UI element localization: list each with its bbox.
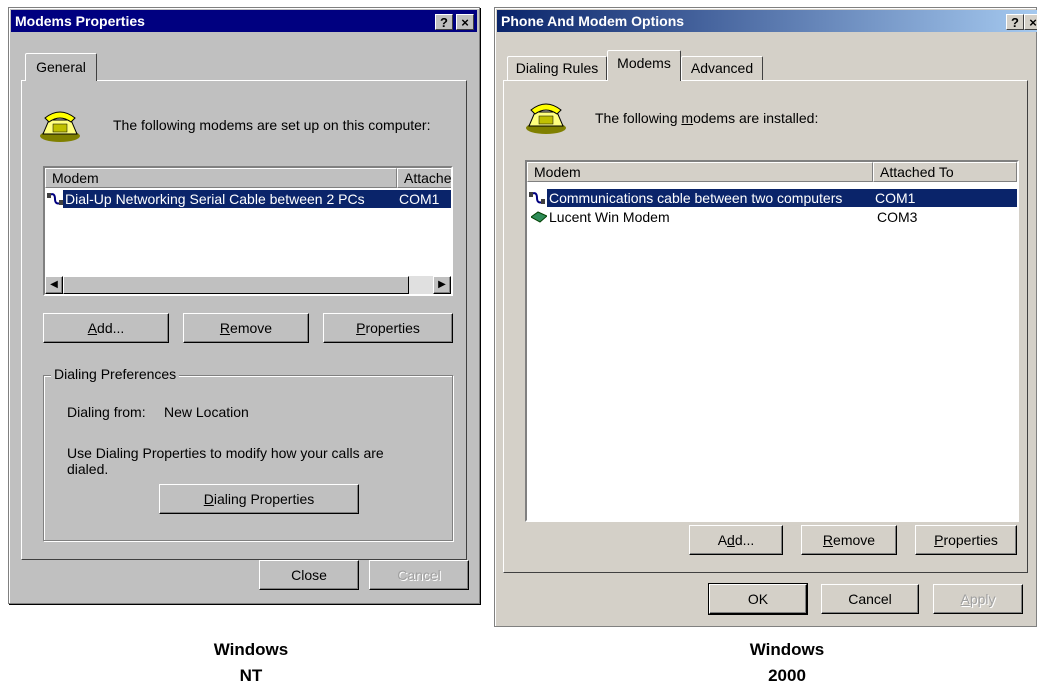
w2k-modem-row[interactable]: Communications cable between two compute…	[527, 189, 1017, 207]
tab-dialing-rules-label: Dialing Rules	[515, 60, 599, 76]
nt-col-modem[interactable]: Modem	[45, 168, 397, 188]
w2k-properties-button[interactable]: Properties	[915, 525, 1017, 555]
nt-add-button[interactable]: Add...	[43, 313, 169, 343]
w2k-caption: Windows 2000	[687, 637, 887, 689]
w2k-caption-line1: Windows	[749, 640, 825, 659]
modem-icon	[531, 211, 547, 223]
nt-cancel-button[interactable]: Cancel	[369, 560, 469, 590]
w2k-modem-row[interactable]: Lucent Win Modem COM3	[527, 208, 1017, 226]
w2k-help-button[interactable]: ?	[1006, 14, 1024, 30]
tab-dialing-rules[interactable]: Dialing Rules	[507, 56, 607, 80]
scroll-left-icon[interactable]: ◀	[45, 276, 63, 294]
tab-advanced-label: Advanced	[690, 60, 754, 76]
nt-title-bar: Modems Properties ? ×	[11, 10, 477, 32]
w2k-col-attached[interactable]: Attached To	[873, 162, 1017, 182]
nt-modem-name: Dial-Up Networking Serial Cable between …	[65, 191, 365, 207]
nt-help-button[interactable]: ?	[435, 14, 453, 30]
nt-properties-button[interactable]: Properties	[323, 313, 453, 343]
w2k-ok-button[interactable]: OK	[709, 584, 807, 614]
nt-close-window-button[interactable]: ×	[456, 14, 474, 30]
w2k-phone-modem-options-window: Phone And Modem Options ? × Dialing Rule…	[494, 7, 1037, 627]
w2k-modem-port: COM3	[877, 209, 918, 225]
tab-modems-label: Modems	[617, 55, 671, 71]
w2k-cancel-button[interactable]: Cancel	[821, 584, 919, 614]
w2k-apply-button[interactable]: Apply	[933, 584, 1023, 614]
nt-group-title: Dialing Preferences	[51, 366, 180, 382]
w2k-window-title: Phone And Modem Options	[501, 13, 685, 29]
nt-dialing-properties-button[interactable]: Dialing Properties	[159, 484, 359, 514]
nt-caption: Windows NT	[151, 637, 351, 689]
nt-modem-row[interactable]: Dial-Up Networking Serial Cable between …	[45, 190, 451, 208]
nt-modem-port: COM1	[399, 191, 440, 207]
tab-modems[interactable]: Modems	[607, 50, 681, 81]
nt-intro-text: The following modems are set up on this …	[113, 117, 431, 133]
scroll-right-icon[interactable]: ▶	[433, 276, 451, 294]
nt-tab-general-label: General	[36, 59, 86, 75]
w2k-intro-text: The following modems are installed:	[595, 110, 819, 126]
w2k-caption-line2: 2000	[768, 666, 806, 685]
nt-scroll-thumb[interactable]	[63, 276, 409, 294]
nt-horizontal-scrollbar[interactable]: ◀ ▶	[45, 276, 451, 294]
nt-caption-line2: NT	[239, 666, 263, 685]
cable-icon	[529, 192, 545, 204]
w2k-remove-button[interactable]: Remove	[801, 525, 897, 555]
w2k-modem-list[interactable]: Modem Attached To Communications cable b…	[525, 160, 1019, 522]
tab-advanced[interactable]: Advanced	[681, 56, 763, 80]
w2k-close-window-button[interactable]: ×	[1024, 14, 1037, 30]
w2k-modem-name: Lucent Win Modem	[549, 209, 670, 225]
w2k-title-bar: Phone And Modem Options ? ×	[497, 10, 1037, 32]
cable-icon	[47, 193, 63, 205]
w2k-modem-port: COM1	[875, 190, 916, 206]
nt-caption-line1: Windows	[213, 640, 289, 659]
nt-dialing-from-label: Dialing from:	[67, 404, 146, 420]
nt-window-title: Modems Properties	[15, 13, 145, 29]
phone-icon	[40, 111, 80, 142]
w2k-modem-name: Communications cable between two compute…	[549, 190, 843, 206]
nt-col-attached[interactable]: Attache	[397, 168, 451, 188]
nt-tab-general[interactable]: General	[25, 53, 97, 81]
nt-remove-button[interactable]: Remove	[183, 313, 309, 343]
nt-dialing-from-value: New Location	[164, 404, 249, 420]
w2k-col-modem[interactable]: Modem	[527, 162, 873, 182]
nt-close-button[interactable]: Close	[259, 560, 359, 590]
nt-modems-properties-window: Modems Properties ? × General The follow…	[8, 7, 480, 604]
phone-icon	[526, 103, 566, 134]
nt-hint-text: Use Dialing Properties to modify how you…	[67, 445, 384, 477]
nt-modem-list[interactable]: Modem Attache Dial-Up Networking Serial …	[43, 166, 453, 296]
w2k-add-button[interactable]: Add...	[689, 525, 783, 555]
